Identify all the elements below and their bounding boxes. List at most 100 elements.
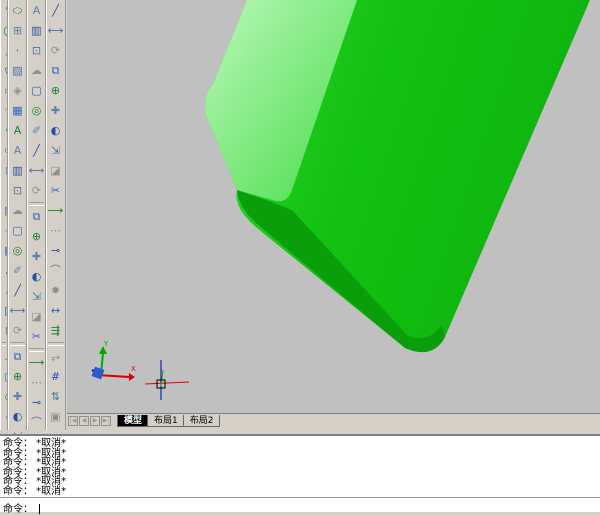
xline-button[interactable]: ╱ <box>1 428 8 430</box>
stretch-button[interactable]: ▥ <box>9 162 26 179</box>
spline-button[interactable]: ∿ <box>1 122 8 139</box>
pyramid-button[interactable]: ╱ <box>28 142 45 159</box>
presspull-button[interactable]: ⊕ <box>28 228 45 245</box>
pedit-button[interactable]: ⊕ <box>9 368 26 385</box>
circle-button[interactable]: △ <box>1 42 8 59</box>
hatch-button[interactable]: ▨ <box>1 202 8 219</box>
boundary-button[interactable]: ⊡ <box>1 322 8 339</box>
revcloud-button[interactable]: ☁ <box>1 348 8 365</box>
join-button[interactable]: ◎ <box>9 242 26 259</box>
offset-button[interactable]: ▨ <box>9 62 26 79</box>
tab-layout2[interactable]: 布局2 <box>183 415 221 427</box>
prev-tab-button[interactable]: ◀ <box>79 416 89 426</box>
draworder-button[interactable]: ◐ <box>9 408 26 425</box>
subtract-button[interactable]: ⟷ <box>47 22 64 39</box>
imprint-button[interactable]: ⌒ <box>47 262 64 279</box>
next-tab-button[interactable]: ▶ <box>90 416 100 426</box>
ucs-icon: YX <box>92 340 136 381</box>
align-button[interactable]: ⧉ <box>9 348 26 365</box>
interfere-button[interactable]: ⟶ <box>28 354 45 371</box>
polyline-button[interactable]: ◯ <box>1 22 8 39</box>
3d-solid-box[interactable]: YX <box>67 0 600 413</box>
cylinder-button[interactable]: ◎ <box>28 102 45 119</box>
mirror-button[interactable]: · <box>9 42 26 59</box>
trim-button[interactable]: ⊡ <box>9 182 26 199</box>
taper-faces-button[interactable]: ◪ <box>47 162 64 179</box>
extend-button[interactable]: ☁ <box>9 202 26 219</box>
scale-button[interactable]: A <box>9 142 26 159</box>
chamfer-button[interactable]: ✐ <box>9 262 26 279</box>
cone-icon: ☁ <box>31 65 42 76</box>
intersect-button[interactable]: ⟳ <box>47 42 64 59</box>
text-style-button[interactable]: # <box>47 368 64 385</box>
visual-style-button[interactable]: ⌒ <box>28 414 45 431</box>
flatshot-button[interactable]: ⊸ <box>28 394 45 411</box>
table-button[interactable]: ▦ <box>1 242 8 259</box>
sweep-button[interactable]: ✚ <box>28 248 45 265</box>
offset-faces-button[interactable]: ✚ <box>47 102 64 119</box>
color-edges-button[interactable]: ⊸ <box>47 242 64 259</box>
extrude-button[interactable]: ⧉ <box>28 208 45 225</box>
extrude-icon: ⧉ <box>33 211 41 222</box>
shell-button[interactable]: ⇶ <box>47 322 64 339</box>
wipeout-button[interactable]: ▢ <box>1 368 8 385</box>
color-faces-button[interactable]: ⟶ <box>47 202 64 219</box>
first-tab-button[interactable]: |◀ <box>68 416 78 426</box>
polygon-button[interactable]: ⬠ <box>1 62 8 79</box>
helix-button[interactable]: ⟷ <box>28 162 45 179</box>
lengthen-button[interactable]: ⟳ <box>9 322 26 339</box>
text-button[interactable]: A <box>1 282 8 299</box>
rectangle-button[interactable]: ▭ <box>1 82 8 99</box>
polysolid-button[interactable]: A <box>28 2 45 19</box>
copy-edges-button[interactable]: ⋯ <box>47 222 64 239</box>
move-button[interactable]: ▦ <box>9 102 26 119</box>
arc-button[interactable]: ◠ <box>1 102 8 119</box>
union-button[interactable]: ╱ <box>47 2 64 19</box>
clean-button[interactable]: ✹ <box>47 282 64 299</box>
rotate-faces-button[interactable]: ⇲ <box>47 142 64 159</box>
command-input[interactable]: 命令： <box>0 497 600 512</box>
line-button[interactable]: ✎ <box>1 2 8 19</box>
cone-button[interactable]: ☁ <box>28 62 45 79</box>
break-button[interactable]: ▢ <box>9 222 26 239</box>
tab-model[interactable]: 模型 <box>117 415 149 427</box>
box-button[interactable]: ▥ <box>28 22 45 39</box>
copy-faces-button[interactable]: ✂ <box>47 182 64 199</box>
multiline-edit-button[interactable]: ✚ <box>9 388 26 405</box>
loft-button[interactable]: ⇲ <box>28 288 45 305</box>
separate-button[interactable]: ↔ <box>47 302 64 319</box>
point-button[interactable]: · <box>1 182 8 199</box>
slice-button[interactable]: ✂ <box>28 328 45 345</box>
array-button[interactable]: ◈ <box>9 82 26 99</box>
planar-surface-button[interactable]: ⟳ <box>28 182 45 199</box>
check-button[interactable]: ⥅ <box>47 348 64 365</box>
copy-button[interactable]: ⊞ <box>9 22 26 39</box>
union-button[interactable]: ◪ <box>28 308 45 325</box>
delete-faces-button[interactable]: ◐ <box>47 122 64 139</box>
ellipse-button[interactable]: ⬭ <box>1 142 8 159</box>
donut-button[interactable]: ◎ <box>1 388 8 405</box>
tab-layout1[interactable]: 布局1 <box>147 415 185 427</box>
section-button[interactable]: ⋯ <box>28 374 45 391</box>
revolve-button[interactable]: ◐ <box>28 268 45 285</box>
gradient-button[interactable]: ▥ <box>1 302 8 319</box>
explode-button[interactable]: ⟷ <box>9 302 26 319</box>
drawing-viewport[interactable]: YX <box>67 0 600 413</box>
torus-button[interactable]: ✐ <box>28 122 45 139</box>
sphere-button[interactable]: ▢ <box>28 82 45 99</box>
rotate-button[interactable]: A <box>9 122 26 139</box>
extrude-faces-button[interactable]: ⧉ <box>47 62 64 79</box>
move-faces-button[interactable]: ⊕ <box>47 82 64 99</box>
erase-button[interactable]: ⬭ <box>9 2 26 19</box>
wedge-button[interactable]: ⊡ <box>28 42 45 59</box>
insert-block-button[interactable]: ⊞ <box>1 162 8 179</box>
last-tab-button[interactable]: ▶| <box>101 416 111 426</box>
fillet-button[interactable]: ╱ <box>9 282 26 299</box>
dim-text-button[interactable]: ⇅ <box>47 388 64 405</box>
region-button[interactable]: ◈ <box>1 222 8 239</box>
history-line: 命令： *取消* <box>3 439 600 449</box>
spell-check-button[interactable]: ▣ <box>47 408 64 425</box>
trim-icon: ⊡ <box>13 185 22 196</box>
mtext-button[interactable]: A <box>1 262 8 279</box>
sketch-button[interactable]: ✐ <box>1 408 8 425</box>
